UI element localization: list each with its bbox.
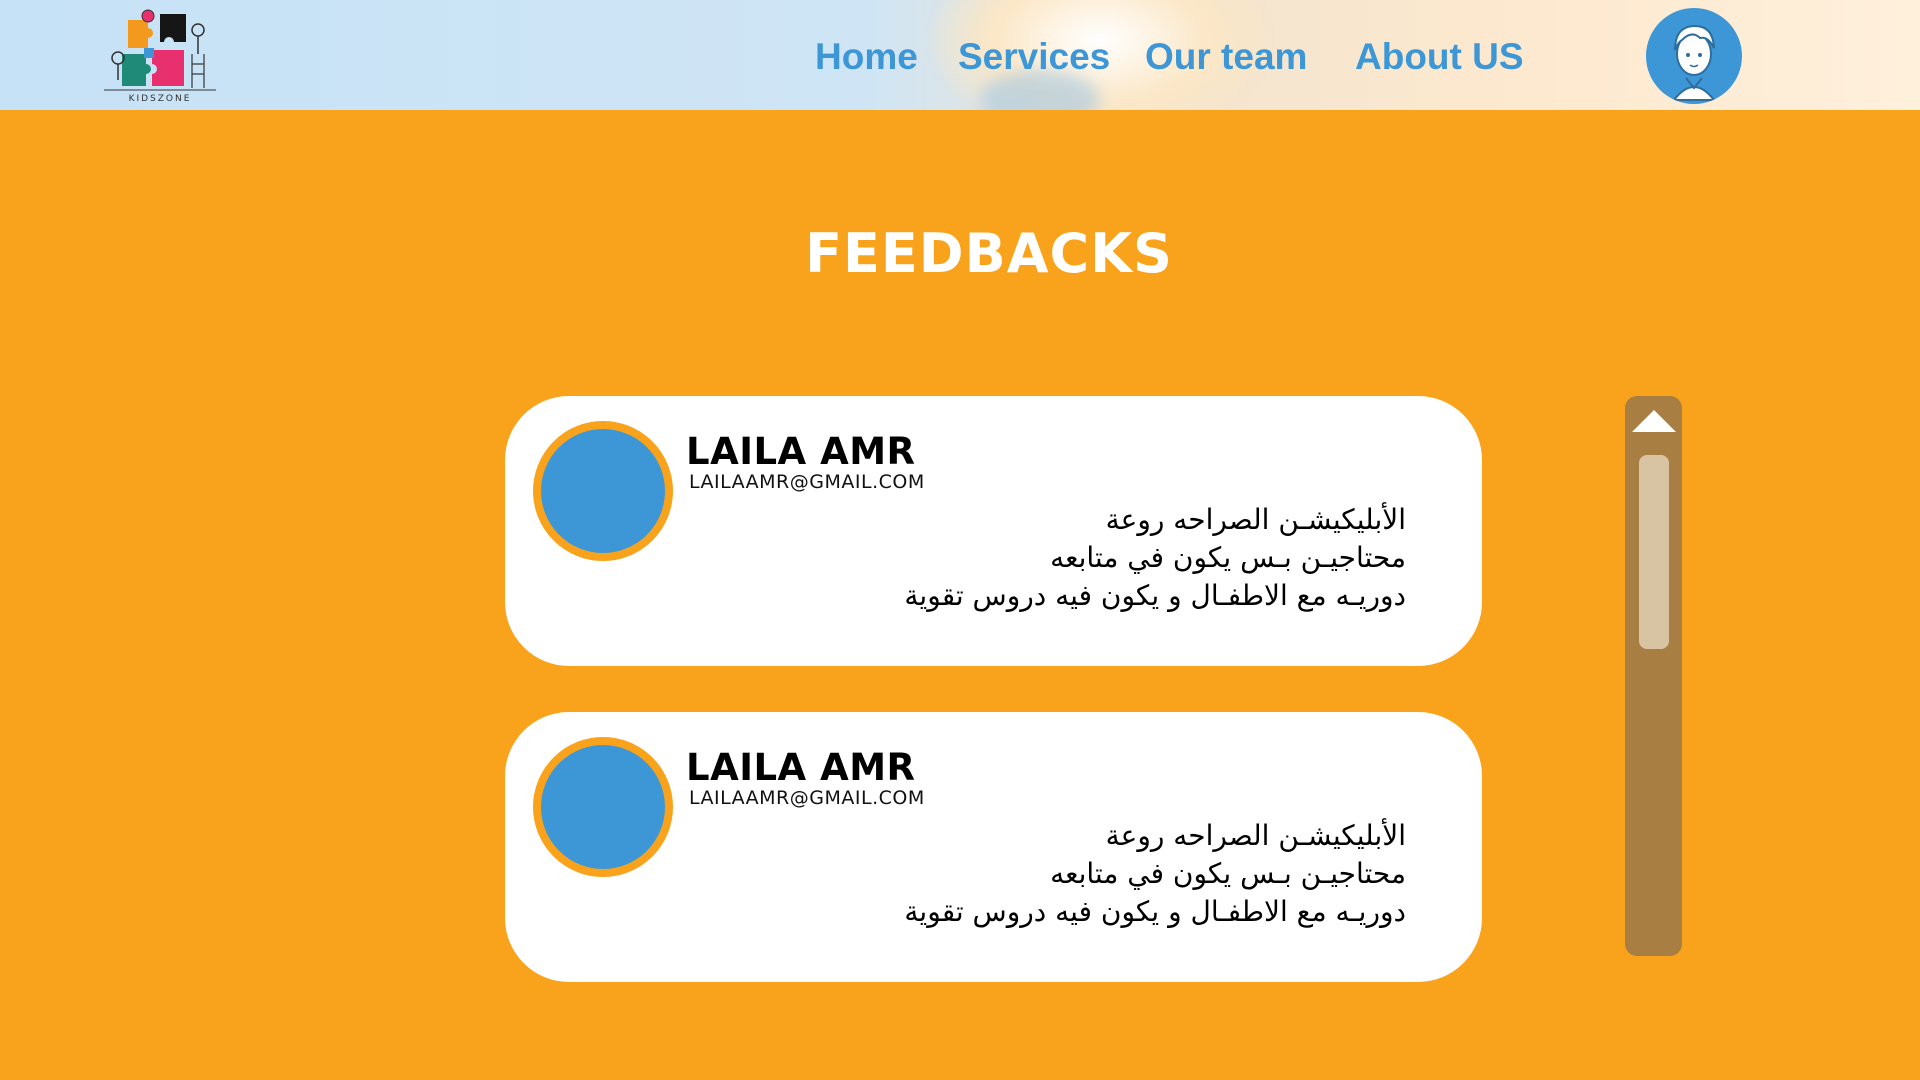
scrollbar-thumb[interactable]	[1639, 455, 1669, 649]
reviewer-email: LAILAAMR@GMAIL.COM	[689, 787, 925, 809]
reviewer-name: LAILA AMR	[686, 746, 916, 789]
feedback-card: LAILA AMR LAILAAMR@GMAIL.COM الأبليكيشـن…	[505, 712, 1482, 982]
feedback-line: الأبليكيشـن الصراحه روعة	[1105, 503, 1406, 536]
puzzle-kids-logo	[104, 9, 216, 91]
feedback-line: دوريـه مع الاطفـال و يكون فيه دروس تقوية	[904, 895, 1406, 928]
reviewer-avatar	[533, 737, 673, 877]
reviewer-name: LAILA AMR	[686, 430, 916, 473]
site-header: KIDSZONE Home Services Our team About US	[0, 0, 1920, 110]
feedback-line: محتاجيـن بـس يكون في متابعه	[1050, 541, 1406, 574]
feedback-line: الأبليكيشـن الصراحه روعة	[1105, 819, 1406, 852]
feedback-line: محتاجيـن بـس يكون في متابعه	[1050, 857, 1406, 890]
kidszone-logo[interactable]: KIDSZONE	[100, 8, 220, 108]
user-avatar-icon	[1671, 24, 1717, 101]
nav-services[interactable]: Services	[958, 36, 1110, 78]
triangle-up-icon[interactable]	[1632, 410, 1676, 432]
page-title: FEEDBACKS	[805, 222, 1173, 285]
feedback-text: الأبليكيشـن الصراحه روعة محتاجيـن بـس يك…	[904, 817, 1406, 931]
reviewer-email: LAILAAMR@GMAIL.COM	[689, 471, 925, 493]
reviewer-avatar	[533, 421, 673, 561]
logo-caption: KIDSZONE	[128, 94, 192, 104]
feedback-card: LAILA AMR LAILAAMR@GMAIL.COM الأبليكيشـن…	[505, 396, 1482, 666]
nav-home[interactable]: Home	[815, 36, 918, 78]
feedback-line: دوريـه مع الاطفـال و يكون فيه دروس تقوية	[904, 579, 1406, 612]
feedback-scrollbar[interactable]	[1625, 396, 1682, 956]
nav-our-team[interactable]: Our team	[1145, 36, 1307, 78]
feedback-text: الأبليكيشـن الصراحه روعة محتاجيـن بـس يك…	[904, 501, 1406, 615]
nav-about-us[interactable]: About US	[1355, 36, 1524, 78]
profile-avatar-button[interactable]	[1646, 8, 1742, 104]
